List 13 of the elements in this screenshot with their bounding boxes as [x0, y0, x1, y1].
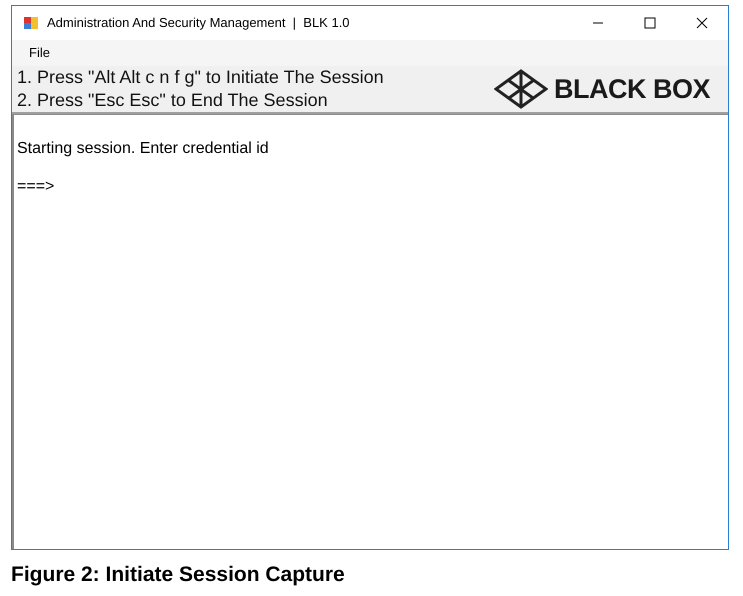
console-line: Starting session. Enter credential id [17, 139, 270, 159]
instruction-text: 2. Press "Esc Esc" to End The Session [17, 89, 329, 112]
logo-text: BLACK BOX [554, 72, 710, 106]
app-icon [23, 15, 39, 31]
console-line: ===> [17, 177, 56, 197]
cube-logo-icon [494, 69, 548, 109]
maximize-icon [644, 17, 656, 29]
instruction-text: 1. Press "Alt Alt c n f g" to Initiate The Session [17, 66, 384, 89]
console-area[interactable]: Starting session. Enter credential id ===> [12, 114, 728, 549]
menu-item[interactable]: File [22, 41, 57, 65]
window-title: Administration And Security Management | BLK 1.0 [47, 14, 350, 32]
close-icon [696, 17, 708, 29]
figure-caption: Figure 2: Initiate Session Capture [11, 562, 346, 588]
